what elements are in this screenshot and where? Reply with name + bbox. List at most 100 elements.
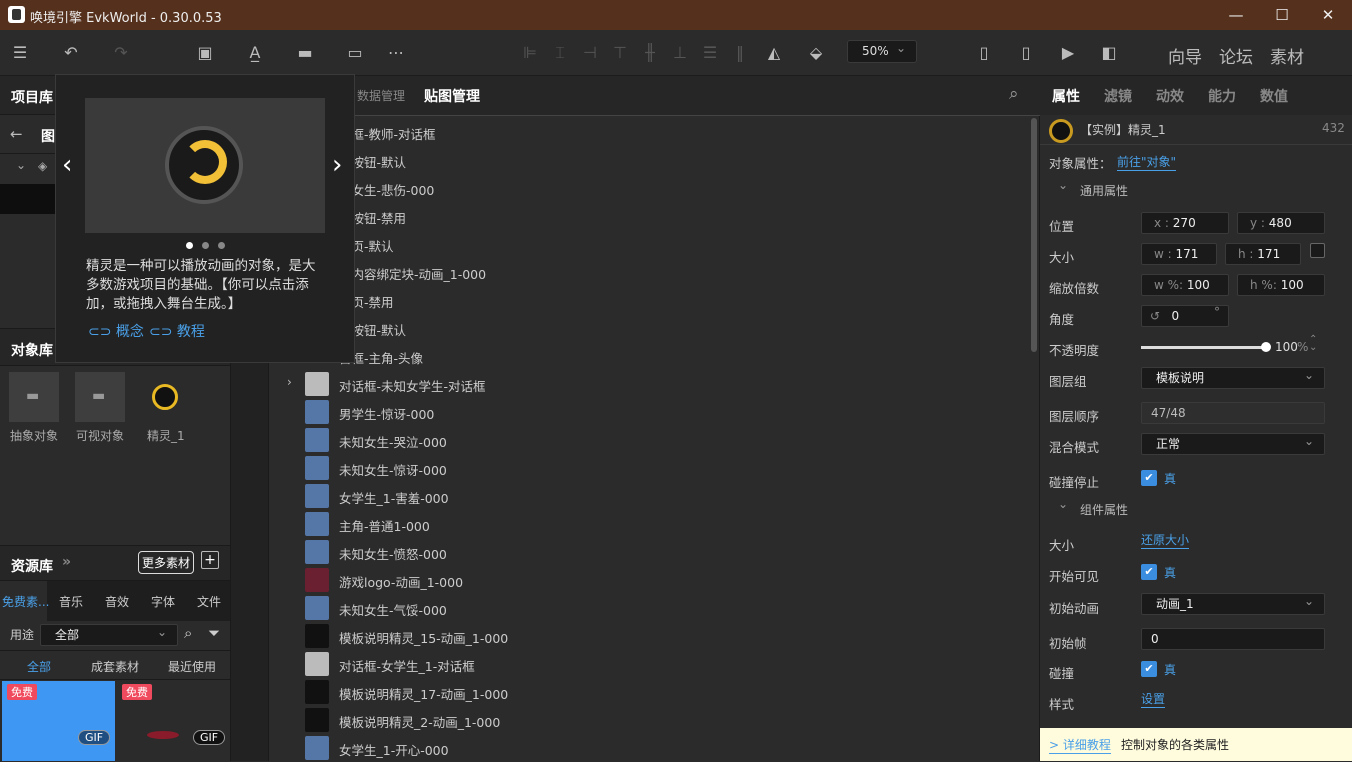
texture-list-item[interactable]: 未知女生-惊讶-000	[269, 454, 1029, 482]
asset-card[interactable]: 免费 GIF	[2, 681, 115, 761]
style-settings-link[interactable]: 设置	[1141, 690, 1165, 708]
texture-list-item[interactable]: 男学生-惊讶-000	[269, 398, 1029, 426]
folder-abstract-object[interactable]: ▬	[9, 372, 59, 422]
align-middle-icon[interactable]: ╫	[638, 42, 662, 64]
distribute-v-icon[interactable]: ☰	[698, 42, 722, 64]
nav-assets[interactable]: 素材	[1270, 43, 1304, 68]
align-top-icon[interactable]: ⊤	[608, 42, 632, 64]
subtab-all[interactable]: 全部	[27, 658, 51, 675]
stepper-icon[interactable]: ⌃⌄	[1309, 336, 1317, 352]
visible-checkbox[interactable]: ✔	[1141, 564, 1157, 580]
purpose-select[interactable]: 全部	[40, 624, 178, 646]
search-icon[interactable]: ⌕	[1009, 84, 1019, 104]
more-icon[interactable]: ⋯	[384, 42, 408, 64]
folder-visual-object[interactable]: ▬	[75, 372, 125, 422]
undo-icon[interactable]: ↶	[59, 42, 83, 64]
expand-chevron-icon[interactable]: ›	[287, 375, 292, 389]
button-shape-icon[interactable]: ▬	[293, 42, 317, 64]
texture-list-item[interactable]: 主角-普通1-000	[269, 510, 1029, 538]
nav-guide[interactable]: 向导	[1168, 43, 1202, 68]
expand-icon[interactable]: ⌄	[16, 158, 26, 172]
minimize-button[interactable]: —	[1221, 4, 1251, 26]
slide-dot[interactable]	[202, 242, 209, 249]
texture-list-item[interactable]: 专按钮-默认	[269, 314, 1029, 342]
tab-abilities[interactable]: 能力	[1208, 86, 1236, 106]
align-left-icon[interactable]: ⊫	[518, 42, 542, 64]
next-slide-icon[interactable]: ›	[332, 150, 342, 180]
texture-list-item[interactable]: 未知女生-气馁-000	[269, 594, 1029, 622]
text-icon[interactable]: A̲	[243, 42, 267, 64]
texture-list-item[interactable]: 未知女生-愤怒-000	[269, 538, 1029, 566]
init-anim-select[interactable]: 动画_1	[1141, 593, 1325, 615]
opacity-slider[interactable]	[1141, 346, 1265, 349]
tab-properties[interactable]: 属性	[1052, 86, 1080, 106]
back-arrow-icon[interactable]: ←	[10, 125, 23, 143]
scale-h-input[interactable]: h %: 100	[1237, 274, 1325, 296]
texture-list-item[interactable]: 一页-禁用	[269, 286, 1029, 314]
tutorial-link[interactable]: ⊂⊃ 教程	[149, 321, 205, 341]
redo-icon[interactable]: ↷	[109, 42, 133, 64]
flip-horizontal-icon[interactable]: ◭	[762, 42, 786, 64]
tab-effects[interactable]: 动效	[1156, 86, 1184, 106]
size-w-input[interactable]: w : 171	[1141, 243, 1217, 265]
texture-list-item[interactable]: 专按钮-禁用	[269, 202, 1029, 230]
nav-forum[interactable]: 论坛	[1219, 43, 1253, 68]
detailed-tutorial-link[interactable]: > 详细教程	[1049, 736, 1111, 754]
collide-stop-checkbox[interactable]: ✔	[1141, 470, 1157, 486]
tab-sound[interactable]: 音效	[105, 593, 129, 610]
menu-icon[interactable]: ☰	[8, 42, 32, 64]
tab-file[interactable]: 文件	[197, 593, 221, 610]
texture-list-item[interactable]: 对话框-女学生_1-对话框	[269, 650, 1029, 678]
scrollbar[interactable]	[1031, 118, 1037, 352]
image-icon[interactable]: ▣	[193, 42, 217, 64]
texture-list-item[interactable]: 女学生_1-害羞-000	[269, 482, 1029, 510]
collide-checkbox[interactable]: ✔	[1141, 661, 1157, 677]
texture-list-item[interactable]: 模板说明精灵_15-动画_1-000	[269, 622, 1029, 650]
tab-music[interactable]: 音乐	[59, 593, 83, 610]
blend-mode-select[interactable]: 正常	[1141, 433, 1325, 455]
more-assets-button[interactable]: 更多素材	[138, 551, 194, 574]
tab-values[interactable]: 数值	[1260, 86, 1288, 106]
texture-list-item[interactable]: 舌框-教师-对话框	[269, 118, 1029, 146]
texture-list-item[interactable]: 游戏logo-动画_1-000	[269, 566, 1029, 594]
texture-list-item[interactable]: 未知女生-哭泣-000	[269, 426, 1029, 454]
texture-list-item[interactable]: ›对话框-未知女学生-对话框	[269, 370, 1029, 398]
preview-play-icon[interactable]: ▶	[1056, 42, 1080, 64]
zoom-select[interactable]: 50%	[847, 40, 917, 63]
asset-card[interactable]: 免费 GIF	[117, 681, 230, 761]
texture-list-item[interactable]: 模板说明精灵_17-动画_1-000	[269, 678, 1029, 706]
align-center-icon[interactable]: ⌶	[548, 42, 572, 64]
align-right-icon[interactable]: ⊣	[578, 42, 602, 64]
position-x-input[interactable]: x : 270	[1141, 212, 1229, 234]
phone-icon[interactable]: ▯	[1014, 42, 1038, 64]
opacity-slider-handle[interactable]	[1261, 342, 1271, 352]
component-section-toggle[interactable]: 组件属性	[1080, 501, 1128, 518]
texture-list-item[interactable]: 月内容绑定块-动画_1-000	[269, 258, 1029, 286]
texture-list-item[interactable]: 舌框-主角-头像	[269, 342, 1029, 370]
texture-list-item[interactable]: 女学生_1-开心-000	[269, 734, 1029, 762]
search-icon[interactable]: ⌕	[184, 624, 192, 642]
maximize-button[interactable]: ☐	[1267, 4, 1297, 26]
texture-list-item[interactable]: 模板说明精灵_2-动画_1-000	[269, 706, 1029, 734]
flip-vertical-icon[interactable]: ⬙	[804, 42, 828, 64]
filter-icon[interactable]: ⏷	[208, 624, 220, 642]
angle-input[interactable]: ↺ 0°	[1141, 305, 1229, 327]
tab-filters[interactable]: 滤镜	[1104, 86, 1132, 106]
distribute-h-icon[interactable]: ‖	[728, 42, 752, 64]
scale-w-input[interactable]: w %: 100	[1141, 274, 1229, 296]
add-icon[interactable]: +	[201, 551, 219, 569]
concept-link[interactable]: ⊂⊃ 概念	[88, 321, 144, 341]
prev-slide-icon[interactable]: ‹	[62, 150, 72, 180]
tab-free[interactable]: 免费素...	[2, 593, 49, 610]
slide-dot[interactable]	[218, 242, 225, 249]
phone-portrait-icon[interactable]: ▯	[972, 42, 996, 64]
subtab-sets[interactable]: 成套素材	[91, 658, 139, 675]
lock-ratio-checkbox[interactable]	[1310, 243, 1325, 258]
size-h-input[interactable]: h : 171	[1225, 243, 1301, 265]
texture-list-item[interactable]: 月按钮-默认	[269, 146, 1029, 174]
debug-play-icon[interactable]: ◧	[1097, 42, 1121, 64]
texture-list-item[interactable]: 一页-默认	[269, 230, 1029, 258]
tab-font[interactable]: 字体	[151, 593, 175, 610]
goto-object-link[interactable]: 前往"对象"	[1117, 153, 1176, 171]
layer-group-select[interactable]: 模板说明	[1141, 367, 1325, 389]
